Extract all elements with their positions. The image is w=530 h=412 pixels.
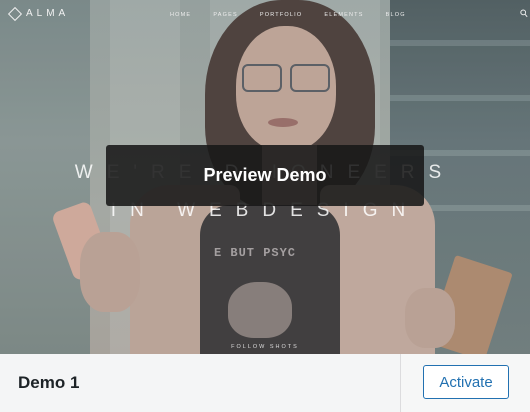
site-nav-blog: BLOG bbox=[385, 12, 406, 18]
demo-name: Demo 1 bbox=[18, 373, 80, 392]
site-logo: ALMA bbox=[7, 6, 70, 21]
site-nav-home: HOME bbox=[170, 12, 192, 18]
diamond-logo-icon bbox=[7, 6, 23, 21]
site-logo-text: ALMA bbox=[26, 8, 70, 19]
site-nav-portfolio: PORTFOLIO bbox=[259, 12, 303, 18]
demo-card: E BUT PSYC ALMA HOME PAGES PORTFOLIO ELE… bbox=[0, 0, 530, 412]
hero-caption: FOLLOW SHOTS bbox=[231, 344, 299, 350]
demo-footer: Demo 1 Activate bbox=[0, 354, 530, 412]
activate-button[interactable]: Activate bbox=[423, 365, 509, 399]
site-nav: HOME PAGES PORTFOLIO ELEMENTS BLOG bbox=[170, 12, 406, 18]
preview-demo-button[interactable]: Preview Demo bbox=[106, 145, 424, 206]
site-nav-pages: PAGES bbox=[213, 12, 238, 18]
demo-preview[interactable]: E BUT PSYC ALMA HOME PAGES PORTFOLIO ELE… bbox=[0, 0, 530, 354]
demo-actions: Activate bbox=[400, 354, 530, 412]
search-icon bbox=[520, 9, 528, 18]
site-nav-elements: ELEMENTS bbox=[324, 12, 364, 18]
